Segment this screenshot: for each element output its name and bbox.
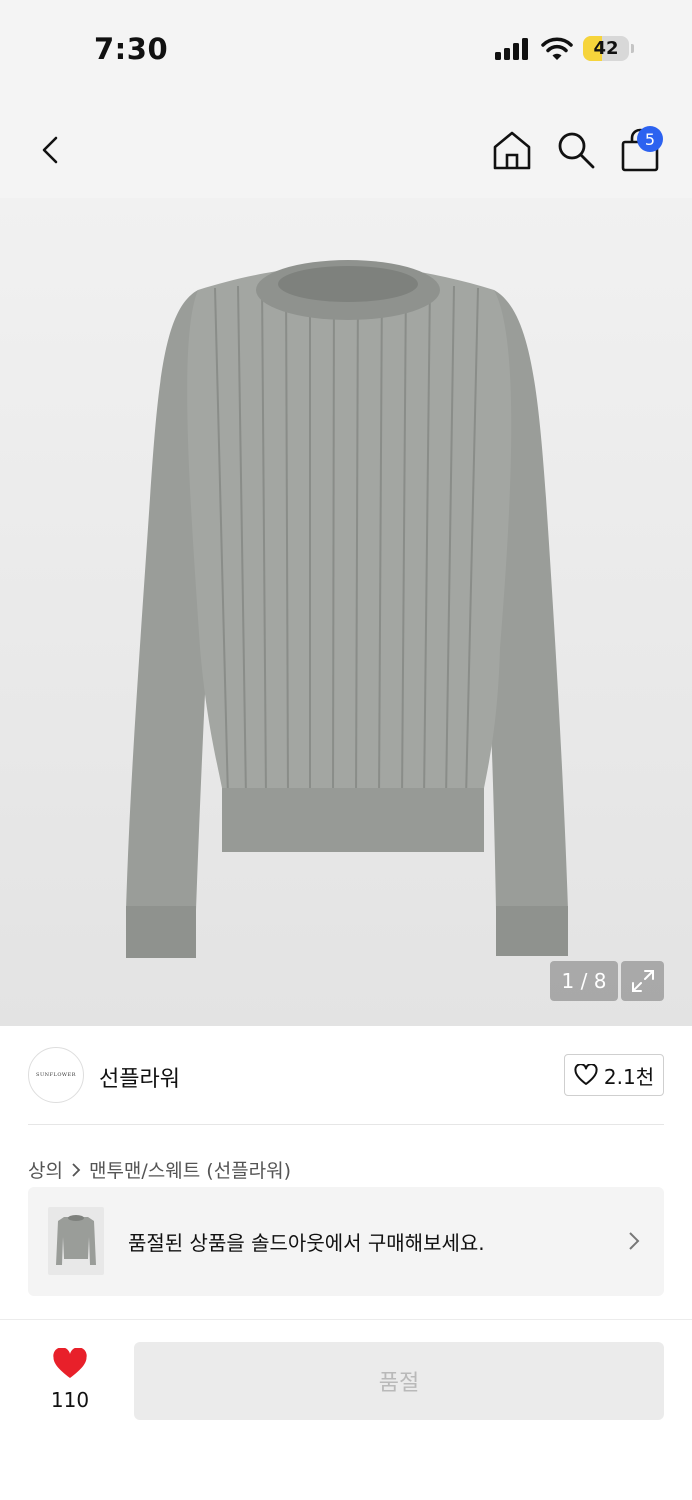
battery-level: 42	[593, 38, 619, 59]
product-image[interactable]	[0, 198, 692, 1026]
chevron-right-icon	[72, 1162, 81, 1177]
divider	[28, 1124, 664, 1125]
cart-count-badge: 5	[637, 126, 663, 152]
brand-like-count: 2.1천	[603, 1064, 655, 1089]
soldout-button[interactable]: 품절	[134, 1342, 664, 1420]
status-icons: 42	[495, 36, 634, 61]
breadcrumb-subcategory[interactable]: 맨투맨/스웨트 (선플라워)	[89, 1156, 291, 1183]
wifi-icon	[541, 37, 573, 60]
status-bar: 7:30 42	[0, 0, 692, 100]
sweater-image	[126, 260, 568, 958]
brand-like-button[interactable]: 2.1천	[564, 1054, 664, 1096]
soldout-banner[interactable]: 품절된 상품을 솔드아웃에서 구매해보세요.	[28, 1187, 664, 1296]
brand-logo[interactable]: SUNFLOWER	[28, 1047, 84, 1103]
breadcrumb: 상의 맨투맨/스웨트 (선플라워)	[28, 1156, 291, 1183]
image-page-indicator: 1 / 8	[550, 961, 618, 1001]
breadcrumb-category[interactable]: 상의	[28, 1156, 63, 1183]
banner-thumbnail	[48, 1207, 104, 1275]
nav-bar	[0, 100, 692, 198]
brand-row: SUNFLOWER 선플라워 2.1천	[0, 1026, 692, 1126]
status-time: 7:30	[94, 32, 169, 66]
brand-name[interactable]: 선플라워	[99, 1061, 180, 1093]
heart-filled-icon	[53, 1347, 87, 1378]
home-icon[interactable]	[492, 130, 532, 170]
bottom-action-bar: 110 품절	[0, 1319, 692, 1500]
brand-logo-text: SUNFLOWER	[36, 1072, 76, 1078]
search-icon[interactable]	[556, 130, 596, 170]
wish-button[interactable]: 110	[40, 1347, 100, 1412]
expand-icon	[631, 970, 654, 992]
chevron-right-icon	[629, 1232, 640, 1250]
expand-image-button[interactable]	[621, 961, 664, 1001]
heart-outline-icon	[574, 1064, 598, 1085]
wish-count: 110	[50, 1388, 90, 1412]
banner-text: 품절된 상품을 솔드아웃에서 구매해보세요.	[128, 1231, 485, 1255]
signal-icon	[495, 37, 528, 60]
back-icon[interactable]	[32, 130, 68, 170]
battery-icon: 42	[583, 36, 634, 61]
